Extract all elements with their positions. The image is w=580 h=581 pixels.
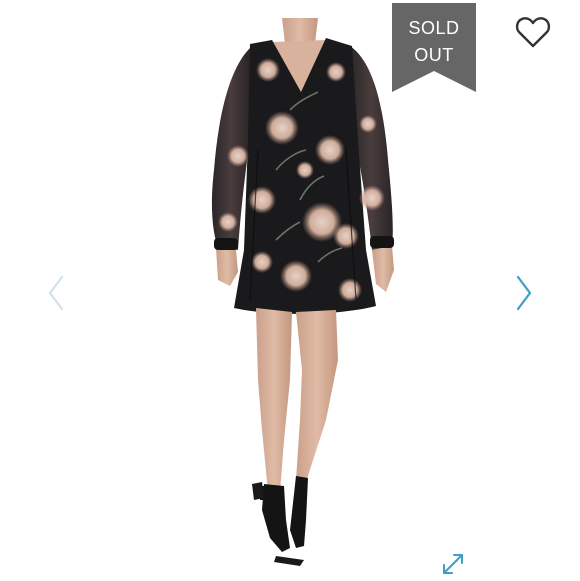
- sold-out-badge: SOLD OUT: [392, 3, 476, 92]
- previous-image-button[interactable]: [44, 273, 68, 313]
- product-photo: [211, 18, 394, 566]
- product-image-viewer: SOLD OUT: [0, 0, 580, 580]
- next-image-button[interactable]: [512, 273, 536, 313]
- expand-icon: [443, 554, 463, 574]
- chevron-left-icon: [48, 275, 64, 311]
- expand-image-button[interactable]: [441, 552, 465, 576]
- favorite-button[interactable]: [515, 15, 551, 49]
- badge-text-line1: SOLD: [408, 18, 460, 38]
- chevron-right-icon: [516, 275, 532, 311]
- heart-outline-icon: [515, 17, 551, 48]
- badge-text-line2: OUT: [414, 45, 454, 65]
